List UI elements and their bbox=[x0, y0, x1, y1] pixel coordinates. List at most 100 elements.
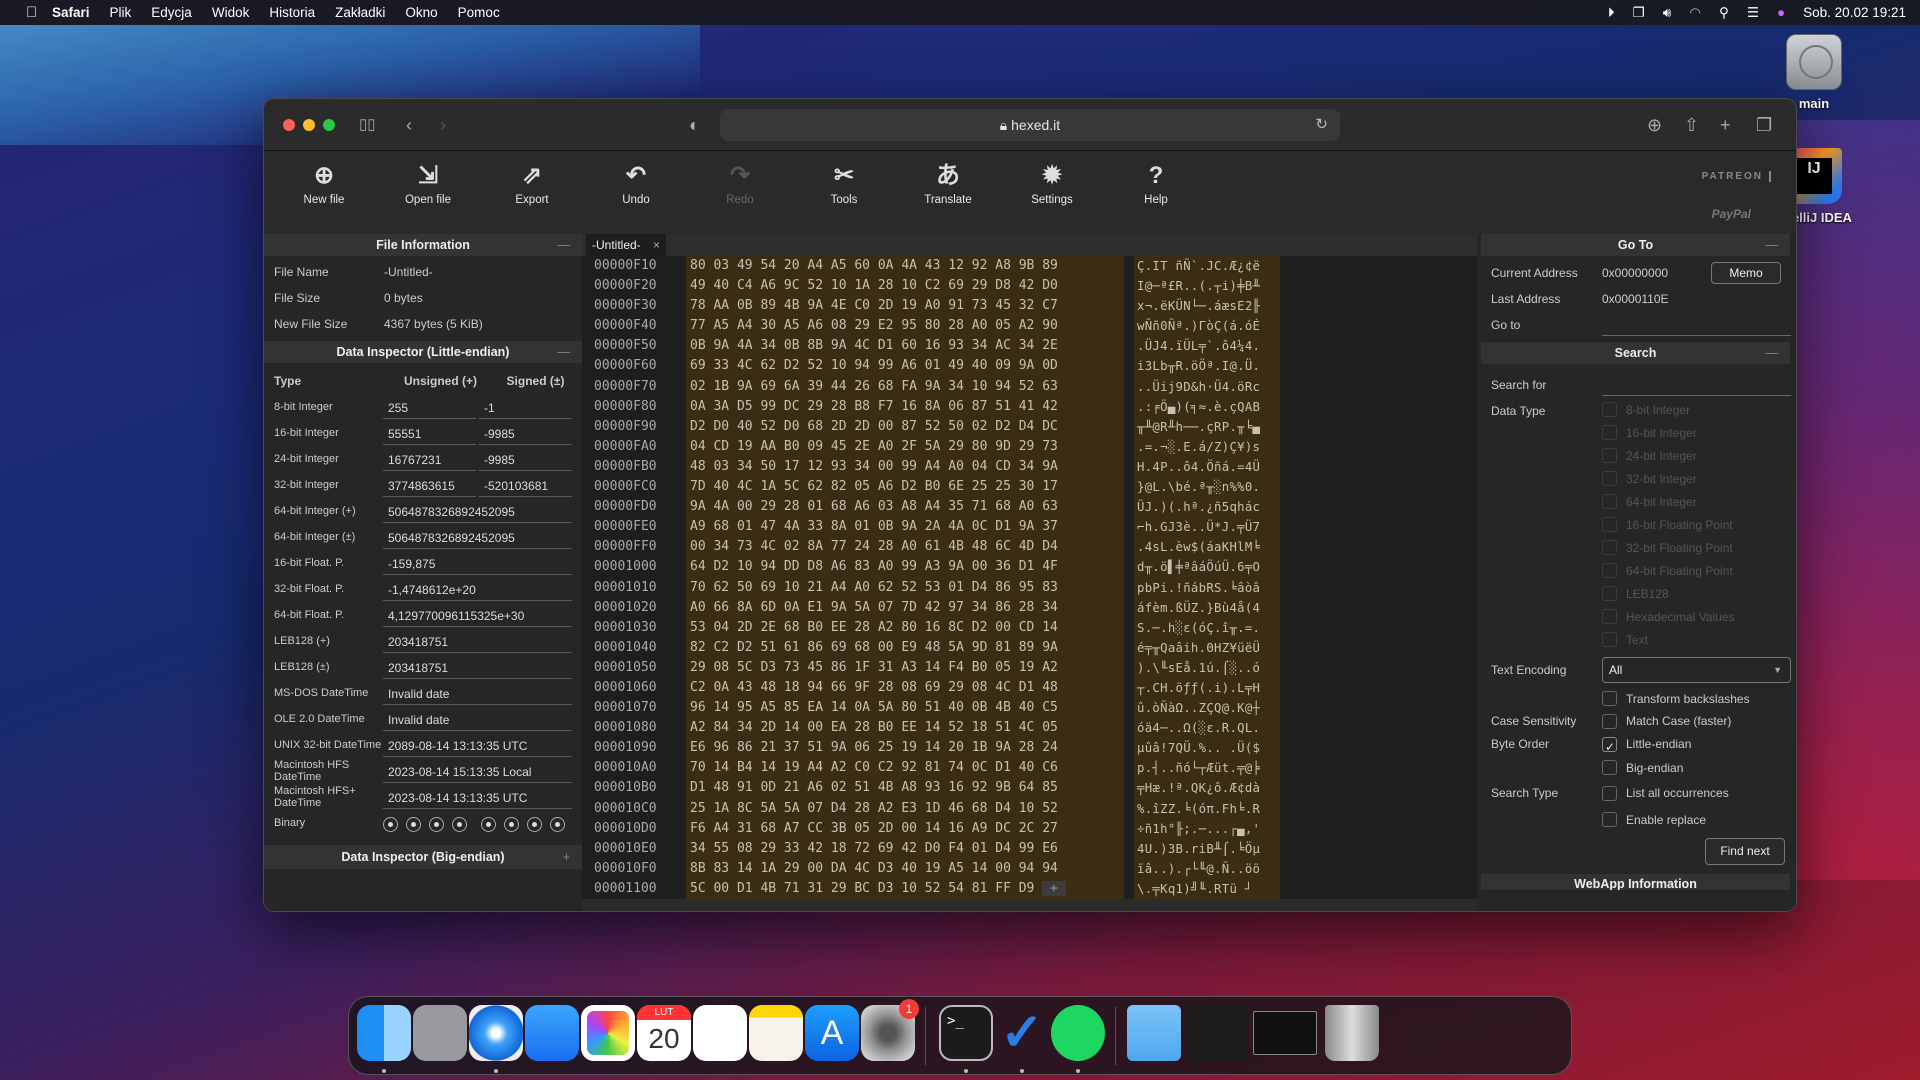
ascii-row[interactable]: pbPi.!ñábRS.╘âòâ bbox=[1134, 578, 1280, 598]
control-center-icon[interactable]: ☰ bbox=[1747, 5, 1759, 21]
menu-item-help[interactable]: Pomoc bbox=[448, 5, 510, 20]
close-tab-icon[interactable]: × bbox=[653, 234, 660, 256]
value-field[interactable]: 2023-08-14 15:13:35 Local bbox=[383, 761, 572, 783]
hex-row[interactable]: 53 04 2D 2E 68 B0 EE 28 A2 80 16 8C D2 0… bbox=[686, 618, 1124, 638]
dock-finder-icon[interactable] bbox=[357, 1005, 411, 1061]
hex-row[interactable]: A0 66 8A 6D 0A E1 9A 5A 07 7D 42 97 34 8… bbox=[686, 598, 1124, 618]
ascii-row[interactable]: ÷ñ1h°╟;.─...┌▄,' bbox=[1134, 819, 1280, 839]
file-information-header[interactable]: File Information — bbox=[264, 234, 582, 256]
signed-value-field[interactable]: -1 bbox=[479, 397, 572, 419]
dock-trash-icon[interactable] bbox=[1325, 1005, 1379, 1061]
value-field[interactable]: 5064878326892452095 bbox=[383, 527, 572, 549]
ascii-row[interactable]: }@L.\bé.ª╥░n%%0. bbox=[1134, 477, 1280, 497]
collapse-icon[interactable]: — bbox=[1766, 234, 1779, 256]
value-field[interactable]: -1,4748612e+20 bbox=[383, 579, 572, 601]
hex-row[interactable]: 25 1A 8C 5A 5A 07 D4 28 A2 E3 1D 46 68 D… bbox=[686, 799, 1124, 819]
webapp-info-header[interactable]: WebApp Information bbox=[1481, 874, 1790, 890]
bit-radio[interactable] bbox=[452, 816, 467, 832]
data-type-checkbox[interactable]: 32-bit Floating Point bbox=[1477, 536, 1796, 559]
data-type-checkbox[interactable]: 32-bit Integer bbox=[1477, 467, 1796, 490]
ascii-row[interactable]: S.─.h░ε(óÇ.î╥.=. bbox=[1134, 618, 1280, 638]
ascii-row[interactable]: i3Lb╥R.öÖª.I@.Ü. bbox=[1134, 356, 1280, 376]
hex-row[interactable]: A9 68 01 47 4A 33 8A 01 0B 9A 2A 4A 0C D… bbox=[686, 517, 1124, 537]
value-field[interactable]: Invalid date bbox=[383, 683, 572, 705]
menu-item-window[interactable]: Okno bbox=[395, 5, 447, 20]
paypal-link[interactable]: PayPal bbox=[1712, 207, 1751, 221]
share-icon[interactable]: ⇧ bbox=[1684, 115, 1699, 135]
checkbox-box[interactable] bbox=[1602, 494, 1617, 509]
back-icon[interactable]: ‹ bbox=[406, 115, 412, 135]
minimize-window-button[interactable] bbox=[303, 119, 315, 131]
checkbox-box[interactable] bbox=[1602, 586, 1617, 601]
downloads-icon[interactable]: ⊕ bbox=[1647, 115, 1662, 135]
value-field[interactable]: 4,129770096115325e+30 bbox=[383, 605, 572, 627]
data-type-checkbox[interactable]: 16-bit Floating Point bbox=[1477, 513, 1796, 536]
ascii-row[interactable]: H.4P..ô4.Öñá.=4Ü bbox=[1134, 457, 1280, 477]
screen-mirroring-icon[interactable]: ❐ bbox=[1633, 5, 1645, 21]
redo-button[interactable]: ↷ Redo bbox=[700, 161, 780, 206]
forward-icon[interactable]: › bbox=[440, 115, 446, 135]
data-inspector-le-header[interactable]: Data Inspector (Little-endian) — bbox=[264, 341, 582, 363]
hex-row[interactable]: 00 34 73 4C 02 8A 77 24 28 A0 61 4B 48 6… bbox=[686, 537, 1124, 557]
ascii-row[interactable]: I@─ª£R..(.┬i)╪B╨ bbox=[1134, 276, 1280, 296]
data-inspector-be-header[interactable]: Data Inspector (Big-endian) + bbox=[264, 845, 582, 869]
hex-row[interactable]: 34 55 08 29 33 42 18 72 69 42 D0 F4 01 D… bbox=[686, 839, 1124, 859]
insert-cursor-cell[interactable]: + bbox=[1042, 880, 1066, 896]
value-field[interactable]: 203418751 bbox=[383, 631, 572, 653]
tools-button[interactable]: ✂ Tools bbox=[804, 161, 884, 206]
signed-value-field[interactable]: -520103681 bbox=[479, 475, 572, 497]
hex-row[interactable]: 0B 9A 4A 34 0B 8B 9A 4C D1 60 16 93 34 A… bbox=[686, 336, 1124, 356]
dock-window-preview-icon[interactable] bbox=[1253, 1011, 1317, 1055]
unsigned-value-field[interactable]: 16767231 bbox=[383, 449, 476, 471]
ascii-row[interactable]: ).\╙sEå.1ú.⌠░..ó bbox=[1134, 658, 1280, 678]
ascii-row[interactable]: ⌐h.GJ3è..Ü*J.╤Ü7 bbox=[1134, 517, 1280, 537]
dock-calendar-icon[interactable]: LUT 20 bbox=[637, 1005, 691, 1061]
new-tab-icon[interactable]: + bbox=[1720, 115, 1731, 135]
ascii-row[interactable]: ÜJ.)(.hª.¿ñ5qhác bbox=[1134, 497, 1280, 517]
hex-row[interactable]: 70 14 B4 14 19 A4 A2 C0 C2 92 81 74 0C D… bbox=[686, 758, 1124, 778]
ascii-row[interactable]: ..Üij9D&h·Ü4.öRc bbox=[1134, 377, 1280, 397]
privacy-shield-icon[interactable]: ◐ bbox=[689, 115, 700, 135]
hex-row[interactable]: 0A 3A D5 99 DC 29 28 B8 F7 16 8A 06 87 5… bbox=[686, 397, 1124, 417]
signed-value-field[interactable]: -9985 bbox=[479, 449, 572, 471]
play-icon[interactable]: ⏵ bbox=[1608, 5, 1615, 21]
siri-icon[interactable]: ● bbox=[1777, 5, 1785, 20]
ascii-row[interactable]: .=.¬░.E.á/Z)Ç¥)s bbox=[1134, 437, 1280, 457]
hex-row[interactable]: 70 62 50 69 10 21 A4 A0 62 52 53 01 D4 8… bbox=[686, 578, 1124, 598]
patreon-link[interactable]: PATREON bbox=[1702, 171, 1771, 182]
new-file-button[interactable]: ⊕ New file bbox=[284, 161, 364, 206]
bit-radio[interactable] bbox=[481, 816, 496, 832]
expand-icon[interactable]: + bbox=[563, 845, 570, 869]
ascii-row[interactable]: µûâ!7QÜ.%.. .Ü($ bbox=[1134, 738, 1280, 758]
bit-radio[interactable] bbox=[383, 816, 398, 832]
ascii-row[interactable]: û.òÑàΩ..ZÇQ@.K@┼ bbox=[1134, 698, 1280, 718]
hex-row[interactable]: 48 03 34 50 17 12 93 34 00 99 A4 A0 04 C… bbox=[686, 457, 1124, 477]
address-bar[interactable]: 🔒︎ hexed.it ↻ bbox=[720, 109, 1340, 141]
hex-row[interactable]: 64 D2 10 94 DD D8 A6 83 A0 99 A3 9A 00 3… bbox=[686, 557, 1124, 577]
bit-radio[interactable] bbox=[429, 816, 444, 832]
find-next-button[interactable]: Find next bbox=[1705, 838, 1785, 865]
dock-launchpad-icon[interactable] bbox=[413, 1005, 467, 1061]
checkbox-box[interactable] bbox=[1602, 609, 1617, 624]
goto-input[interactable] bbox=[1602, 316, 1791, 336]
ascii-row[interactable]: ïâ..).┌└╙@.Ñ..öö bbox=[1134, 859, 1280, 879]
checkbox-box[interactable] bbox=[1602, 448, 1617, 463]
spotlight-search-icon[interactable]: ⚲ bbox=[1719, 5, 1729, 21]
unsigned-value-field[interactable]: 3774863615 bbox=[383, 475, 476, 497]
close-window-button[interactable] bbox=[283, 119, 295, 131]
ascii-row[interactable]: óä4─..Ω(░ε.R.QL. bbox=[1134, 718, 1280, 738]
dock-todo-icon[interactable]: ✓ bbox=[995, 1005, 1049, 1061]
hex-row[interactable]: F6 A4 31 68 A7 CC 3B 05 2D 00 14 16 A9 D… bbox=[686, 819, 1124, 839]
dock-spotify-icon[interactable] bbox=[1051, 1005, 1105, 1061]
dock-photos-icon[interactable] bbox=[581, 1005, 635, 1061]
ascii-row[interactable]: áfèm.ßÜZ.}Bù4å(4 bbox=[1134, 598, 1280, 618]
search-input[interactable] bbox=[1602, 374, 1791, 396]
dock-downloads-folder-icon[interactable] bbox=[1127, 1005, 1181, 1061]
bit-radio[interactable] bbox=[406, 816, 421, 832]
volume-icon[interactable]: 🔊︎ bbox=[1663, 5, 1672, 21]
clock[interactable]: Sob. 20.02 19:21 bbox=[1803, 5, 1906, 20]
ascii-row[interactable]: 4U.)3B.riB╨⌠.╘Öµ bbox=[1134, 839, 1280, 859]
hex-row[interactable]: 82 C2 D2 51 61 86 69 68 00 E9 48 5A 9D 8… bbox=[686, 638, 1124, 658]
ascii-row[interactable]: ╥╨@R╨h──.çRP.╥╘▄ bbox=[1134, 417, 1280, 437]
enable-replace-checkbox[interactable]: Enable replace bbox=[1477, 808, 1796, 831]
